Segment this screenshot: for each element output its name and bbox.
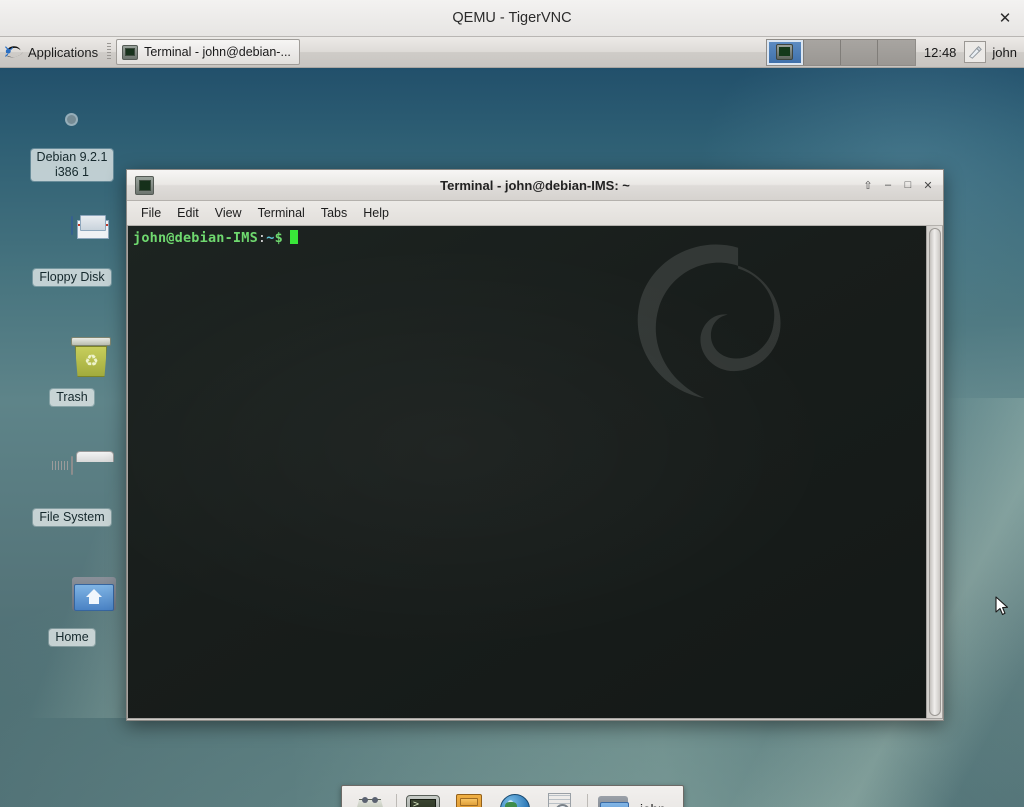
desktop-icon-trash[interactable]: ♻ Trash bbox=[19, 337, 125, 406]
dock-user-label[interactable]: john bbox=[640, 802, 666, 807]
prompt-colon: : bbox=[257, 230, 267, 246]
desktop-area[interactable]: Debian 9.2.1 i386 1 Floppy Disk ♻ Trash … bbox=[0, 68, 1024, 807]
workspace-switcher[interactable] bbox=[765, 38, 916, 66]
hard-disk-icon bbox=[48, 456, 96, 505]
terminal-menubar: File Edit View Terminal Tabs Help bbox=[127, 201, 943, 226]
close-button[interactable]: ✕ bbox=[919, 176, 937, 194]
shade-button[interactable]: ⇧ bbox=[859, 176, 877, 194]
menu-view[interactable]: View bbox=[207, 203, 250, 223]
find-files-icon bbox=[546, 793, 576, 807]
dock-item-file-manager[interactable] bbox=[446, 788, 492, 807]
terminal-window-buttons: ⇧ – □ ✕ bbox=[859, 176, 937, 194]
home-folder-icon bbox=[598, 795, 630, 807]
scrollbar-thumb[interactable] bbox=[929, 228, 941, 716]
trash-icon: ♻ bbox=[48, 337, 111, 385]
menu-edit[interactable]: Edit bbox=[169, 203, 207, 223]
menu-tabs[interactable]: Tabs bbox=[313, 203, 355, 223]
dock-panel: >_ bbox=[341, 785, 684, 807]
terminal-cursor bbox=[289, 230, 298, 244]
desktop-icon-home[interactable]: Home bbox=[19, 577, 125, 646]
workspace-4[interactable] bbox=[877, 39, 915, 65]
dock-item-home-folder[interactable] bbox=[591, 788, 637, 807]
mouse-cursor bbox=[995, 596, 1009, 616]
clock[interactable]: 12:48 bbox=[916, 45, 965, 60]
dock-item-find-files[interactable] bbox=[538, 788, 584, 807]
vnc-window-title: QEMU - TigerVNC bbox=[452, 10, 572, 26]
terminal-titlebar[interactable]: Terminal - john@debian-IMS: ~ ⇧ – □ ✕ bbox=[127, 170, 943, 201]
terminal-icon bbox=[775, 43, 793, 60]
dock-item-show-desktop[interactable] bbox=[347, 788, 393, 807]
desktop-icon-label: Debian 9.2.1 i386 1 bbox=[30, 149, 114, 181]
terminal-icon: >_ bbox=[406, 794, 440, 807]
prompt-dollar: $ bbox=[274, 230, 283, 246]
taskbar-item-terminal[interactable]: Terminal - john@debian-... bbox=[116, 39, 300, 65]
guest-screen: Applications Terminal - john@debian-... bbox=[0, 37, 1024, 807]
maximize-button[interactable]: □ bbox=[899, 176, 917, 194]
terminal-scrollbar[interactable] bbox=[926, 226, 942, 718]
show-desktop-icon bbox=[353, 797, 387, 807]
debian-swirl-watermark bbox=[637, 244, 781, 399]
terminal-body: john@debian-IMS:~$ bbox=[127, 226, 943, 719]
workspace-1[interactable] bbox=[766, 39, 804, 65]
applications-menu-label: Applications bbox=[28, 44, 99, 60]
panel-handle[interactable] bbox=[107, 43, 112, 61]
file-cabinet-icon bbox=[456, 794, 482, 807]
menu-file[interactable]: File bbox=[133, 203, 169, 223]
terminal-window-title: Terminal - john@debian-IMS: ~ bbox=[440, 177, 630, 193]
desktop-icon-floppy-disk[interactable]: Floppy Disk bbox=[19, 216, 125, 286]
cd-disc-icon bbox=[48, 97, 96, 145]
floppy-disk-icon bbox=[48, 216, 96, 265]
desktop-icon-label: Trash bbox=[50, 389, 94, 406]
desktop-icon-file-system[interactable]: File System bbox=[19, 456, 125, 526]
desktop-icon-label: File System bbox=[33, 509, 111, 526]
desktop-icon-debian-cd[interactable]: Debian 9.2.1 i386 1 bbox=[19, 97, 125, 181]
workspace-3[interactable] bbox=[840, 39, 878, 65]
vnc-viewer-window: QEMU - TigerVNC ✕ Applications Terminal … bbox=[0, 0, 1024, 807]
taskbar-item-label: Terminal - john@debian-... bbox=[144, 45, 291, 59]
dock-item-web-browser[interactable] bbox=[492, 788, 538, 807]
workspace-2[interactable] bbox=[803, 39, 841, 65]
dock-item-terminal[interactable]: >_ bbox=[400, 788, 446, 807]
debian-swirl-mouse-icon bbox=[4, 43, 24, 61]
prompt-path: ~ bbox=[266, 230, 275, 246]
minimize-button[interactable]: – bbox=[879, 176, 897, 194]
terminal-icon bbox=[122, 44, 139, 60]
dock-separator bbox=[587, 794, 588, 807]
user-menu-button[interactable]: john bbox=[986, 45, 1024, 60]
terminal-output: john@debian-IMS:~$ bbox=[133, 230, 298, 247]
desktop-icon-label: Floppy Disk bbox=[33, 269, 111, 286]
close-icon[interactable]: ✕ bbox=[994, 8, 1016, 30]
terminal-window[interactable]: Terminal - john@debian-IMS: ~ ⇧ – □ ✕ Fi… bbox=[126, 169, 944, 721]
xfce-top-panel: Applications Terminal - john@debian-... bbox=[0, 37, 1024, 68]
applications-menu-button[interactable]: Applications bbox=[0, 38, 104, 67]
dock-separator bbox=[396, 794, 397, 807]
terminal-screen[interactable]: john@debian-IMS:~$ bbox=[128, 226, 926, 718]
home-folder-icon bbox=[48, 577, 116, 625]
web-browser-globe-icon bbox=[500, 794, 530, 807]
menu-terminal[interactable]: Terminal bbox=[250, 203, 313, 223]
prompt-user-host: john@debian-IMS bbox=[133, 230, 258, 246]
vnc-titlebar: QEMU - TigerVNC ✕ bbox=[0, 0, 1024, 37]
menu-help[interactable]: Help bbox=[355, 203, 397, 223]
desktop-icon-label: Home bbox=[49, 629, 95, 646]
notification-icon[interactable] bbox=[964, 41, 987, 63]
